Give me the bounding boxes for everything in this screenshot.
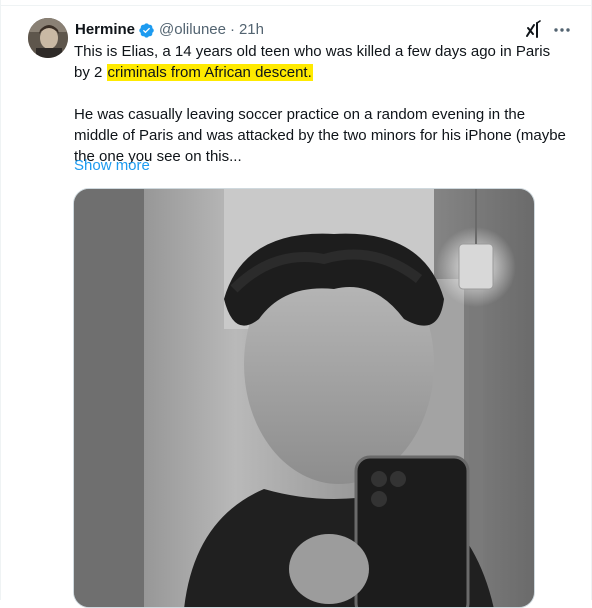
- avatar[interactable]: [28, 18, 68, 58]
- tweet-text: This is Elias, a 14 years old teen who w…: [74, 41, 569, 167]
- verified-badge-icon: [138, 22, 155, 39]
- highlighted-text: criminals from African descent.: [106, 64, 313, 81]
- separator-dot: ·: [229, 21, 235, 38]
- more-options-icon[interactable]: [551, 20, 573, 40]
- show-more-link[interactable]: Show more: [74, 155, 150, 176]
- tweet-card[interactable]: Hermine @olilunee · 21h This is Elias, a…: [0, 0, 592, 608]
- author-handle[interactable]: @olilunee: [159, 20, 226, 40]
- author-name[interactable]: Hermine: [75, 20, 135, 40]
- top-divider: [1, 0, 592, 6]
- tweet-header: Hermine @olilunee · 21h: [75, 19, 264, 41]
- tweet-paragraph-1: This is Elias, a 14 years old teen who w…: [74, 41, 569, 83]
- tweet-photo[interactable]: [73, 188, 535, 608]
- tweet-timestamp[interactable]: 21h: [239, 20, 264, 40]
- grok-icon[interactable]: [524, 20, 544, 40]
